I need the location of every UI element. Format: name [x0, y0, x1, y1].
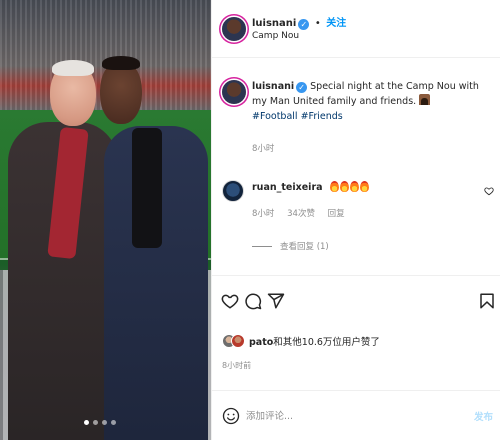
hashtags[interactable]: #Football #Friends: [252, 111, 343, 122]
verified-badge-icon: ✓: [298, 19, 310, 30]
post-comment-button[interactable]: 发布: [474, 409, 493, 423]
verified-badge-icon: ✓: [296, 82, 308, 93]
carousel-dot[interactable]: [93, 420, 98, 425]
follow-button[interactable]: 关注: [326, 18, 346, 29]
carousel-dot[interactable]: [111, 420, 116, 425]
fire-icon: [359, 181, 369, 192]
liker-name[interactable]: pato: [249, 337, 273, 348]
likes-text: pato和其他10.6万位用户赞了: [249, 334, 380, 348]
comment-bar: 发布: [212, 390, 500, 440]
username-link[interactable]: luisnani: [252, 18, 296, 29]
send-icon[interactable]: [267, 292, 285, 310]
caption-avatar[interactable]: [222, 80, 246, 104]
post-details-panel: luisnani ✓ • 关注 Camp Nou luisnani ✓ Specia…: [211, 0, 500, 440]
fire-icon: [329, 181, 339, 192]
comment-icon[interactable]: [244, 292, 262, 310]
comment-username[interactable]: ruan_teixeira: [252, 182, 323, 193]
post-date: 8小时前: [222, 361, 252, 370]
post-header: luisnani ✓ • 关注 Camp Nou: [212, 0, 500, 58]
person-right-hair: [102, 56, 140, 70]
bookmark-icon[interactable]: [478, 292, 496, 310]
reply-button[interactable]: 回复: [328, 209, 345, 219]
comment-like-heart-icon[interactable]: [484, 186, 494, 196]
black-turtleneck: [132, 128, 162, 248]
emoji-icon[interactable]: [222, 407, 240, 425]
person-left-hair: [52, 60, 94, 76]
likes-summary[interactable]: pato和其他10.6万位用户赞了: [222, 331, 380, 351]
location-link[interactable]: Camp Nou: [252, 31, 299, 41]
comment-likes[interactable]: 34次赞: [287, 209, 315, 219]
fire-icon: [349, 181, 359, 192]
post-caption: luisnani ✓ Special night at the Camp Nou …: [252, 79, 492, 124]
header-username-row: luisnani ✓ • 关注: [252, 14, 346, 30]
fire-emoji-icons: [329, 181, 369, 192]
carousel-dots: [84, 420, 116, 425]
carousel-dot[interactable]: [84, 420, 89, 425]
house-emoji-icon: [419, 94, 431, 105]
likes-count-text: 和其他10.6万位用户赞了: [273, 337, 380, 348]
comment-avatar[interactable]: [222, 180, 244, 202]
comment-meta: 8小时 34次赞 回复: [252, 207, 355, 219]
fire-icon: [339, 181, 349, 192]
carousel-dot[interactable]: [102, 420, 107, 425]
replies-line: [252, 245, 272, 247]
post-photo[interactable]: [0, 0, 211, 440]
separator: •: [314, 18, 321, 29]
view-replies-button[interactable]: 查看回复 (1): [252, 240, 329, 252]
caption-time: 8小时: [252, 144, 275, 154]
action-bar: [212, 275, 500, 325]
liker-avatar: [231, 334, 245, 348]
avatar[interactable]: [222, 17, 246, 41]
heart-icon[interactable]: [221, 292, 239, 310]
comment-input[interactable]: [246, 408, 446, 424]
comment-row: ruan_teixeira: [252, 181, 369, 193]
caption-username[interactable]: luisnani: [252, 81, 294, 92]
view-replies-label: 查看回复 (1): [280, 242, 329, 252]
comment-time: 8小时: [252, 209, 275, 219]
